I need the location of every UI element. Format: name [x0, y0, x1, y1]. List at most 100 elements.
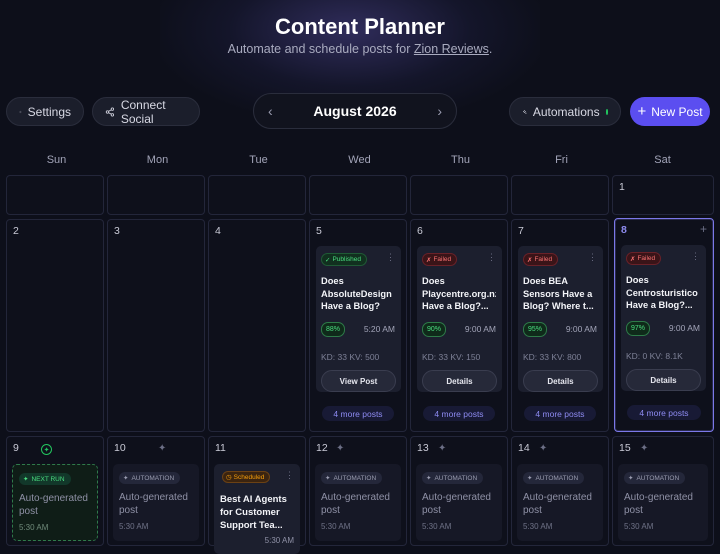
more-posts-link[interactable]: 4 more posts [524, 406, 596, 421]
x-circle-icon: ✗ [527, 256, 533, 264]
more-vertical-icon[interactable]: ⋮ [691, 251, 700, 262]
auto-title-line: post [321, 505, 340, 516]
more-vertical-icon[interactable]: ⋮ [487, 252, 496, 263]
calendar-day[interactable]: 6 ✗ Failed ⋮ Does Playcentre.org.nz Have a … [410, 219, 508, 432]
next-run-label: NEXT RUN [31, 475, 65, 483]
automation-card[interactable]: ✦ AUTOMATION Auto-generated post 5:30 AM [618, 464, 708, 541]
weekday-wed: Wed [348, 154, 371, 166]
next-run-card[interactable]: ✦ NEXT RUN Auto-generated post 5:30 AM [12, 464, 98, 541]
calendar-day[interactable]: 2 [6, 219, 104, 432]
post-title-line: Does [321, 276, 344, 286]
post-card[interactable]: ◷ Scheduled ⋮ Best AI Agents for Customer S… [214, 464, 300, 554]
day-number: 10 [114, 442, 126, 454]
page-subtitle: Automate and schedule posts for Zion Rev… [0, 42, 720, 56]
calendar-day[interactable]: 15 ✦ ✦ AUTOMATION Auto-generated post 5:30… [612, 436, 714, 546]
auto-post-title: Auto-generated post [321, 491, 401, 517]
post-title-line: Does [626, 275, 649, 285]
calendar-day[interactable]: 9 ✦ NEXT RUN Auto-generated post 5:30 AM [6, 436, 104, 546]
clock-icon: ◷ [226, 474, 232, 481]
automation-card[interactable]: ✦ AUTOMATION Auto-generated post 5:30 AM [113, 464, 199, 541]
more-posts-link[interactable]: 4 more posts [627, 405, 701, 420]
post-card[interactable]: ✗ Failed ⋮ Does Centrosturistico Have a Blo… [621, 245, 706, 391]
calendar-day-empty [309, 175, 407, 215]
post-card[interactable]: ✓ Published ⋮ Does AbsoluteDesign Have a Bl… [316, 246, 401, 392]
automation-card[interactable]: ✦ AUTOMATION Auto-generated post 5:30 AM [315, 464, 401, 541]
calendar-day-empty [511, 175, 609, 215]
sparkle-icon: ✦ [628, 475, 634, 482]
post-title-line: Blog? Where t... [523, 301, 594, 311]
automation-badge: ✦ AUTOMATION [119, 472, 181, 484]
automations-button[interactable]: Automations [509, 97, 621, 126]
automation-active-icon: ✦ [41, 444, 52, 455]
auto-title-line: Auto-generated [19, 493, 88, 504]
post-title: Best AI Agents for Customer Support Tea... [220, 493, 298, 532]
post-card[interactable]: ✗ Failed ⋮ Does Playcentre.org.nz Have a Bl… [417, 246, 502, 392]
post-title-line: Centrosturistico [626, 287, 698, 298]
brand-link[interactable]: Zion Reviews [414, 42, 489, 56]
details-button[interactable]: Details [626, 369, 701, 391]
automation-label: AUTOMATION [535, 474, 579, 482]
automation-label: AUTOMATION [131, 474, 175, 482]
auto-title-line: Auto-generated [422, 492, 491, 503]
calendar-day[interactable]: 14 ✦ ✦ AUTOMATION Auto-generated post 5:30… [511, 436, 609, 546]
day-number: 14 [518, 442, 530, 454]
more-posts-link[interactable]: 4 more posts [322, 406, 394, 421]
sparkle-icon: ✦ [426, 475, 432, 482]
calendar-day[interactable]: 10 ✦ ✦ AUTOMATION Auto-generated post 5:30… [107, 436, 205, 546]
calendar-day[interactable]: 5 ✓ Published ⋮ Does AbsoluteDesign Have a … [309, 219, 407, 432]
details-button[interactable]: Details [422, 370, 497, 392]
keyword-metrics: KD: 33 KV: 800 [523, 352, 582, 362]
calendar-day[interactable]: 7 ✗ Failed ⋮ Does BEA Sensors Have a Blog? … [511, 219, 609, 432]
calendar-day[interactable]: 1 [612, 175, 714, 215]
connect-social-button[interactable]: Connect Social [92, 97, 200, 126]
calendar-day[interactable]: 4 [208, 219, 306, 432]
automation-icon: ✦ [539, 443, 548, 454]
settings-button[interactable]: Settings [6, 97, 84, 126]
score-badge: 95% [523, 322, 548, 337]
day-number: 11 [215, 442, 226, 454]
chevron-right-icon[interactable]: › [437, 103, 442, 119]
automation-label: AUTOMATION [636, 474, 680, 482]
status-label: Failed [433, 256, 452, 263]
status-label: Published [332, 256, 362, 263]
automation-badge: ✦ AUTOMATION [624, 472, 686, 484]
sparkle-icon: ✦ [23, 476, 29, 483]
calendar-day[interactable]: 13 ✦ ✦ AUTOMATION Auto-generated post 5:30… [410, 436, 508, 546]
chevron-left-icon[interactable]: ‹ [268, 103, 273, 119]
next-run-badge: ✦ NEXT RUN [19, 473, 71, 485]
calendar-day[interactable]: 11 ◷ Scheduled ⋮ Best AI Agents for Custom… [208, 436, 306, 554]
more-vertical-icon[interactable]: ⋮ [285, 470, 294, 481]
day-number: 3 [114, 225, 120, 237]
post-time: 9:00 AM [668, 323, 700, 333]
sparkle-icon: ✦ [325, 475, 331, 482]
post-card[interactable]: ✗ Failed ⋮ Does BEA Sensors Have a Blog? Wh… [518, 246, 603, 392]
auto-title-line: post [119, 505, 138, 516]
calendar-day[interactable]: 3 [107, 219, 205, 432]
status-label: Failed [637, 255, 656, 262]
calendar-day-selected[interactable]: 8 + ✗ Failed ⋮ Does Centrosturistico Have a… [614, 218, 714, 432]
automation-card[interactable]: ✦ AUTOMATION Auto-generated post 5:30 AM [517, 464, 603, 541]
auto-title-line: Auto-generated [119, 492, 188, 503]
calendar-day-empty [107, 175, 205, 215]
keyword-metrics: KD: 33 KV: 150 [422, 352, 481, 362]
auto-post-time: 5:30 AM [523, 522, 553, 531]
view-post-button[interactable]: View Post [321, 370, 396, 392]
post-title-line: Best AI Agents [220, 494, 287, 505]
post-title-line: Support Tea... [220, 520, 283, 531]
automation-card[interactable]: ✦ AUTOMATION Auto-generated post 5:30 AM [416, 464, 502, 541]
auto-title-line: post [523, 505, 542, 516]
more-posts-link[interactable]: 4 more posts [423, 406, 495, 421]
calendar-day-empty [208, 175, 306, 215]
connect-social-label: Connect Social [120, 97, 166, 126]
add-post-icon[interactable]: + [700, 222, 707, 236]
status-label: Scheduled [233, 473, 265, 481]
day-number: 12 [316, 442, 328, 454]
weekday-sun: Sun [46, 154, 67, 166]
gear-icon [19, 110, 22, 113]
more-vertical-icon[interactable]: ⋮ [588, 252, 597, 263]
details-button[interactable]: Details [523, 370, 598, 392]
calendar-day[interactable]: 12 ✦ ✦ AUTOMATION Auto-generated post 5:30… [309, 436, 407, 546]
more-vertical-icon[interactable]: ⋮ [386, 252, 395, 263]
new-post-button[interactable]: + New Post [630, 97, 710, 126]
auto-title-line: post [624, 505, 643, 516]
